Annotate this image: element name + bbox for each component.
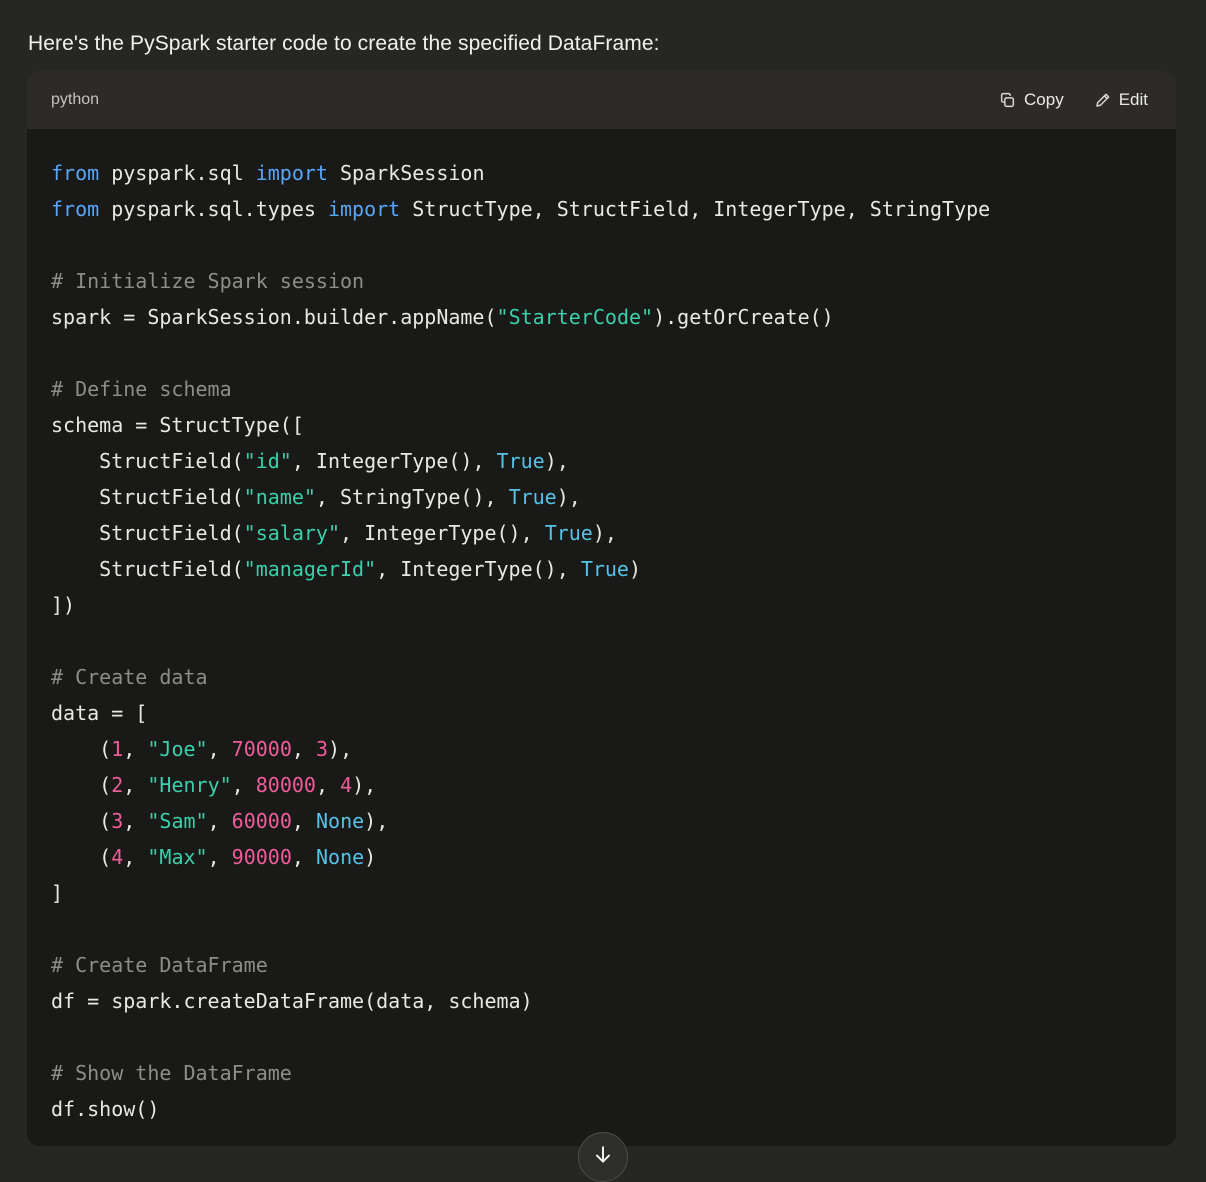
- code-line: # Initialize Spark session: [51, 263, 1152, 299]
- code-line: [51, 911, 1152, 947]
- copy-button-label: Copy: [1024, 90, 1064, 110]
- code-line: schema = StructType([: [51, 407, 1152, 443]
- code-line: (1, "Joe", 70000, 3),: [51, 731, 1152, 767]
- code-line: df.show(): [51, 1091, 1152, 1127]
- code-line: StructField("name", StringType(), True),: [51, 479, 1152, 515]
- code-line: from pyspark.sql.types import StructType…: [51, 191, 1152, 227]
- code-line: data = [: [51, 695, 1152, 731]
- code-line: # Create DataFrame: [51, 947, 1152, 983]
- code-block-actions: Copy Edit: [997, 86, 1150, 114]
- code-line: ]: [51, 875, 1152, 911]
- code-line: spark = SparkSession.builder.appName("St…: [51, 299, 1152, 335]
- code-line: StructField("managerId", IntegerType(), …: [51, 551, 1152, 587]
- code-line: (2, "Henry", 80000, 4),: [51, 767, 1152, 803]
- code-line: StructField("id", IntegerType(), True),: [51, 443, 1152, 479]
- code-line: (3, "Sam", 60000, None),: [51, 803, 1152, 839]
- code-line: [51, 623, 1152, 659]
- code-line: StructField("salary", IntegerType(), Tru…: [51, 515, 1152, 551]
- copy-button[interactable]: Copy: [997, 86, 1066, 114]
- copy-icon: [999, 92, 1016, 109]
- assistant-message-text: Here's the PySpark starter code to creat…: [28, 30, 660, 58]
- code-content: from pyspark.sql import SparkSessionfrom…: [27, 129, 1176, 1146]
- code-line: [51, 1019, 1152, 1055]
- code-line: (4, "Max", 90000, None): [51, 839, 1152, 875]
- scroll-to-bottom-button[interactable]: [578, 1132, 628, 1182]
- arrow-down-icon: [592, 1144, 614, 1166]
- code-line: [51, 227, 1152, 263]
- code-block: python Copy Edit: [27, 71, 1176, 1146]
- edit-button-label: Edit: [1119, 90, 1148, 110]
- code-line: [51, 335, 1152, 371]
- code-line: # Define schema: [51, 371, 1152, 407]
- code-line: from pyspark.sql import SparkSession: [51, 155, 1152, 191]
- edit-button[interactable]: Edit: [1092, 86, 1150, 114]
- code-line: # Show the DataFrame: [51, 1055, 1152, 1091]
- code-line: # Create data: [51, 659, 1152, 695]
- code-block-header: python Copy Edit: [27, 71, 1176, 129]
- code-line: df = spark.createDataFrame(data, schema): [51, 983, 1152, 1019]
- edit-pencil-icon: [1094, 92, 1111, 109]
- code-line: ]): [51, 587, 1152, 623]
- language-label: python: [51, 91, 99, 109]
